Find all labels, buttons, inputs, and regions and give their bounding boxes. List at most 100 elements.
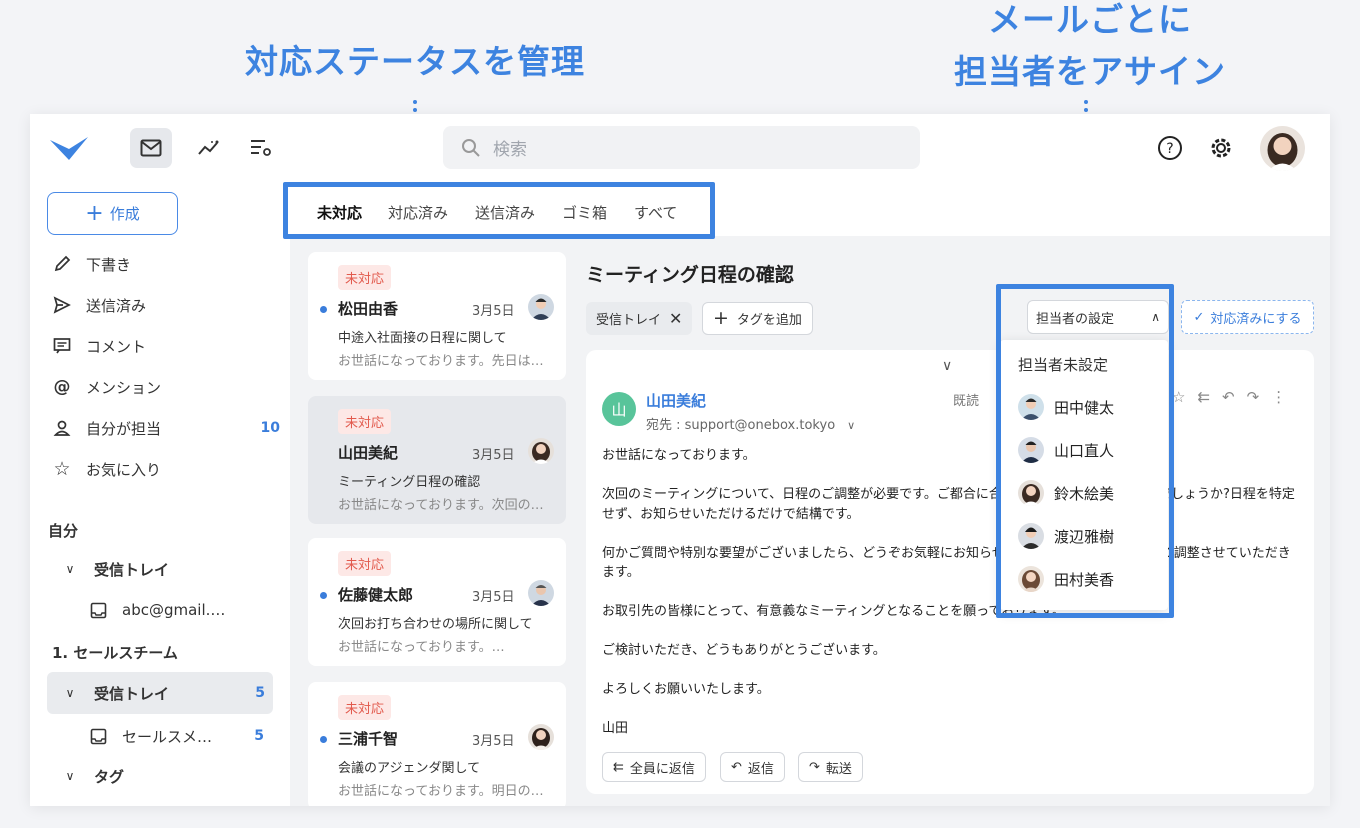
send-icon [50, 296, 74, 314]
mark-done-button[interactable]: ✓ 対応済みにする [1181, 300, 1314, 334]
chevron-down-icon[interactable]: ∨ [847, 419, 855, 432]
status-badge: 未対応 [338, 695, 392, 720]
mail-date: 3月5日 [472, 590, 515, 605]
svg-text:?: ? [1166, 141, 1173, 157]
inbox-icon [86, 728, 110, 745]
search-input[interactable]: 検索 [493, 135, 527, 160]
assignee-avatar [1018, 437, 1044, 463]
reply-all-icon[interactable]: ⇇ [1197, 388, 1210, 406]
sidebar-item-self-account[interactable]: abc@gmail.… [86, 593, 280, 627]
reply-label: 返信 [747, 761, 774, 777]
star-icon[interactable]: ☆ [1172, 388, 1185, 406]
mail-sender: 佐藤健太郎 [338, 586, 414, 604]
list-settings-nav-icon[interactable] [240, 128, 282, 168]
unread-dot-icon [320, 592, 327, 599]
mail-list-item[interactable]: 未対応 山田美紀 3月5日 ミーティング日程の確認 お世話になっております。次回… [308, 396, 566, 524]
search-box[interactable]: 検索 [443, 126, 920, 169]
sender-name[interactable]: 山田美紀 [646, 390, 706, 411]
callout-assign: メールごとに 担当者をアサイン [890, 0, 1290, 98]
chevron-down-icon: ∨ [65, 686, 75, 700]
mail-paragraph: お取引先の皆様にとって、有意義なミーティングとなることを願っております。 [602, 604, 1065, 619]
sidebar-item-label: 受信トレイ [94, 684, 170, 703]
tab-sent[interactable]: 送信済み [475, 202, 535, 223]
sidebar-item-mentions[interactable]: @ メンション [50, 370, 280, 404]
sidebar-item-assigned-to-me[interactable]: 自分が担当 10 [50, 411, 280, 445]
mail-subject: 次回お打ち合わせの場所に関して [338, 617, 533, 632]
assignee-name: 田中健太 [1054, 398, 1115, 417]
callout-status: 対応ステータスを管理 [245, 42, 585, 81]
assignee-avatar [1018, 480, 1044, 506]
sidebar-item-label: お気に入り [86, 460, 162, 479]
sidebar-item-comments[interactable]: コメント [50, 329, 280, 363]
reply-all-button[interactable]: ⇇ 全員に返信 [602, 752, 706, 782]
mail-sender: 松田由香 [338, 300, 399, 318]
sidebar-item-team-account[interactable]: セールスメ… 5 [86, 719, 264, 753]
assignee-name: 渡辺雅樹 [1054, 527, 1115, 546]
tab-all[interactable]: すべて [634, 202, 677, 223]
unread-dot-icon [320, 306, 327, 313]
assignee-option[interactable]: 田村美香 [1018, 562, 1114, 596]
assignee-avatar [1018, 566, 1044, 592]
callout-assign-line2: 担当者をアサイン [954, 52, 1226, 91]
tab-handled[interactable]: 対応済み [388, 202, 448, 223]
assignee-option-unassigned[interactable]: 担当者未設定 [1018, 354, 1108, 375]
reply-icon[interactable]: ↶ [1222, 388, 1235, 406]
forward-icon[interactable]: ↷ [1247, 388, 1260, 406]
assignee-option[interactable]: 渡辺雅樹 [1018, 519, 1114, 553]
assignee-name: 山口直人 [1054, 441, 1115, 460]
sidebar-item-count: 5 [255, 685, 265, 701]
sidebar-item-drafts[interactable]: 下書き [50, 247, 280, 281]
mail-list-item[interactable]: 未対応 松田由香 3月5日 中途入社面接の日程に関して お世話になっております。… [308, 252, 566, 380]
close-icon[interactable]: ✕ [669, 309, 682, 328]
assignee-select-label: 担当者の設定 [1036, 311, 1115, 327]
add-tag-button[interactable]: + タグを追加 [702, 302, 813, 335]
tab-trash[interactable]: ゴミ箱 [562, 202, 607, 223]
mail-list-item[interactable]: 未対応 三浦千智 3月5日 会議のアジェンダ関して お世話になっております。明日… [308, 682, 566, 806]
user-avatar[interactable] [1260, 126, 1305, 171]
top-bar: 検索 ? [30, 114, 1330, 184]
assignee-option[interactable]: 山口直人 [1018, 433, 1114, 467]
section-self: 自分 [48, 522, 79, 540]
assignee-avatar [528, 724, 554, 750]
comment-icon [50, 337, 74, 355]
mail-nav-icon[interactable] [130, 128, 172, 168]
sidebar-item-label: abc@gmail.… [122, 601, 226, 619]
help-icon[interactable]: ? [1156, 134, 1184, 162]
gear-icon[interactable] [1207, 134, 1235, 162]
mail-subject: 中途入社面接の日程に関して [338, 331, 507, 346]
assignee-avatar [1018, 394, 1044, 420]
sidebar-item-self-inbox[interactable]: ∨ 受信トレイ [58, 552, 280, 586]
tab-unhandled[interactable]: 未対応 [317, 202, 362, 223]
more-icon[interactable]: ⋮ [1271, 388, 1286, 406]
assignee-option[interactable]: 田中健太 [1018, 390, 1114, 424]
assignee-select[interactable]: 担当者の設定 ∧ [1027, 300, 1169, 334]
reply-button[interactable]: ↶ 返信 [720, 752, 785, 782]
tag-chip-inbox[interactable]: 受信トレイ ✕ [586, 302, 693, 335]
logo-icon[interactable] [48, 134, 90, 164]
expand-chevron-icon[interactable]: ∨ [942, 358, 952, 374]
star-icon: ☆ [53, 458, 71, 480]
reply-all-icon: ⇇ [613, 759, 624, 775]
unread-dot-icon [320, 736, 327, 743]
compose-button[interactable]: + 作成 [47, 192, 178, 235]
assignee-avatar [1018, 523, 1044, 549]
assignee-option[interactable]: 鈴木絵美 [1018, 476, 1114, 510]
analytics-nav-icon[interactable] [188, 128, 230, 168]
forward-button[interactable]: ↷ 転送 [798, 752, 863, 782]
forward-icon: ↷ [809, 759, 820, 775]
sidebar-item-favorites[interactable]: ☆ お気に入り [50, 452, 280, 486]
mail-list-item[interactable]: 未対応 佐藤健太郎 3月5日 次回お打ち合わせの場所に関して お世話になっており… [308, 538, 566, 666]
status-badge: 未対応 [338, 551, 392, 576]
mail-date: 3月5日 [472, 304, 515, 319]
mail-paragraph: お世話になっております。 [602, 448, 756, 463]
forward-label: 転送 [825, 761, 852, 777]
assignee-avatar [528, 580, 554, 606]
search-icon [462, 138, 480, 157]
sidebar-item-sent[interactable]: 送信済み [50, 288, 280, 322]
sidebar-item-team-inbox[interactable]: ∨ 受信トレイ 5 [47, 672, 273, 714]
inbox-icon [86, 602, 110, 619]
sidebar-item-tags[interactable]: ∨ タグ [58, 759, 280, 793]
assignee-avatar [528, 294, 554, 320]
mail-subject: 会議のアジェンダ関して [338, 761, 481, 776]
mail-paragraph: 何かご質問や特別な要望がございましたら、どうぞお気軽にお知らせください。ご都合に… [602, 545, 1291, 581]
